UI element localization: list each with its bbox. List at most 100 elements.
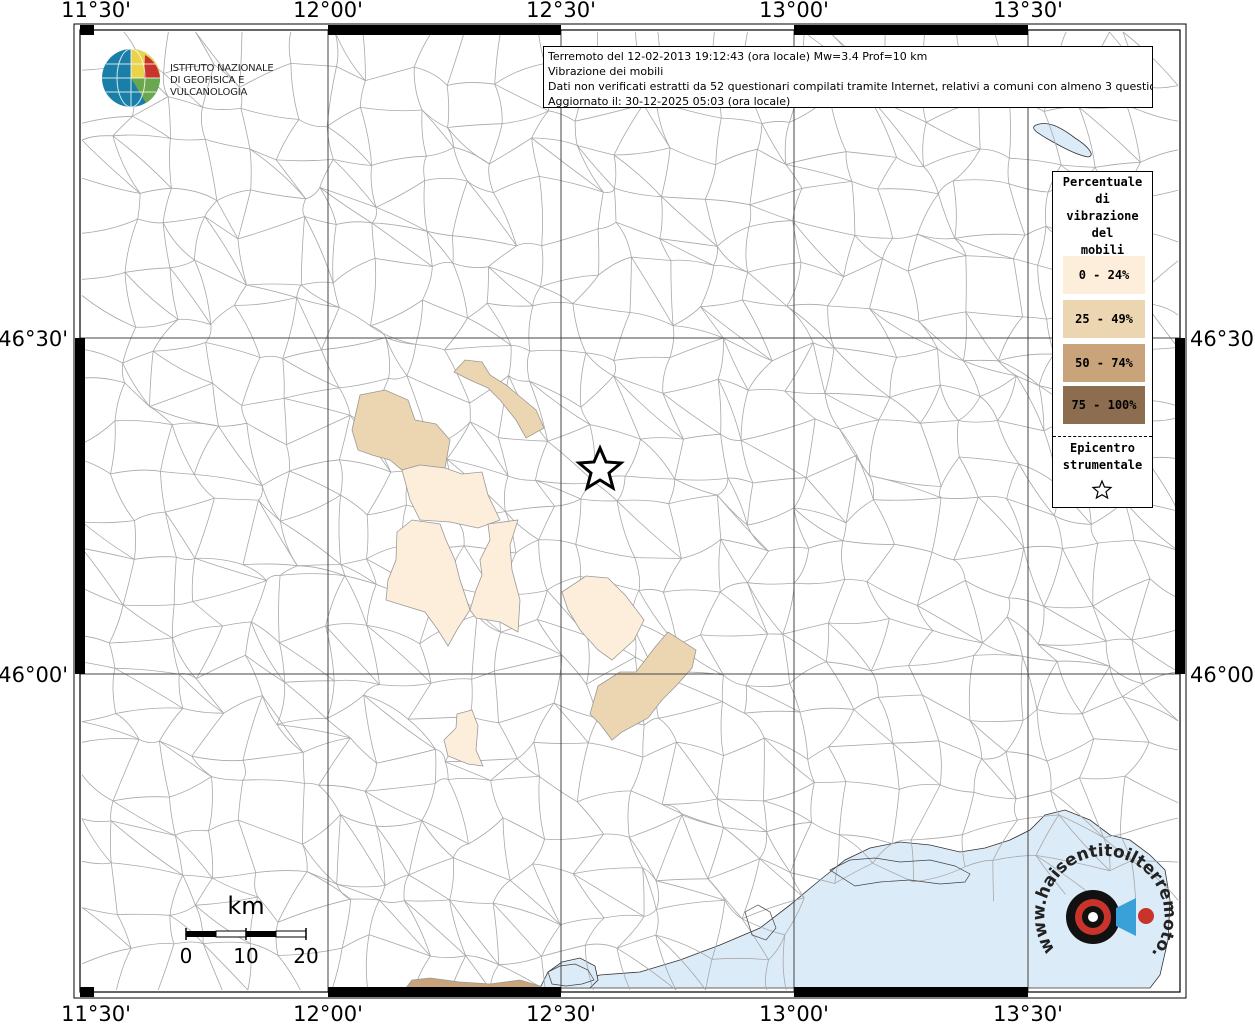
boundary-line xyxy=(423,155,427,181)
lake-top-right xyxy=(1033,123,1092,158)
boundary-line xyxy=(845,499,874,524)
boundary-line xyxy=(744,685,748,714)
boundary-line xyxy=(742,299,787,307)
boundary-line xyxy=(812,342,826,394)
boundary-line xyxy=(296,297,340,308)
boundary-line xyxy=(669,337,724,359)
boundary-line xyxy=(1023,545,1063,549)
boundary-line xyxy=(752,477,807,484)
boundary-line xyxy=(385,337,391,379)
boundary-line xyxy=(747,507,794,526)
boundary-line xyxy=(1009,157,1062,166)
boundary-line xyxy=(1006,616,1023,657)
boundary-line xyxy=(81,860,112,865)
lon-label-top-1: 11°30' xyxy=(61,0,131,22)
boundary-line xyxy=(577,145,615,156)
boundary-line xyxy=(421,820,454,859)
boundary-line xyxy=(336,221,372,225)
boundary-line xyxy=(1122,683,1144,697)
boundary-line xyxy=(616,476,626,502)
boundary-line xyxy=(749,204,793,222)
boundary-line xyxy=(741,858,760,919)
boundary-line xyxy=(535,441,549,481)
boundary-line xyxy=(869,475,942,499)
boundary-line xyxy=(784,122,790,165)
boundary-line xyxy=(234,284,247,306)
boundary-line xyxy=(616,500,682,559)
boundary-line xyxy=(176,556,196,560)
boundary-line xyxy=(191,712,225,757)
boundary-line xyxy=(279,625,326,644)
boundary-line xyxy=(81,520,135,524)
boundary-line xyxy=(321,307,340,350)
boundary-line xyxy=(282,349,322,359)
boundary-line xyxy=(81,547,135,560)
boundary-line xyxy=(980,148,1010,159)
boundary-line xyxy=(280,471,290,522)
boundary-line xyxy=(640,437,684,440)
boundary-line xyxy=(962,819,1018,836)
boundary-line xyxy=(430,955,466,958)
boundary-line xyxy=(544,833,604,840)
boundary-line xyxy=(124,382,150,407)
boundary-line xyxy=(642,867,645,917)
boundary-line xyxy=(149,382,213,407)
boundary-line xyxy=(494,83,549,112)
boundary-line xyxy=(326,107,361,127)
boundary-line xyxy=(759,831,768,859)
boundary-line xyxy=(827,276,845,307)
boundary-line xyxy=(659,196,663,239)
boundary-line xyxy=(964,580,983,643)
boundary-line xyxy=(169,267,212,325)
boundary-line xyxy=(250,580,267,623)
municipality-0-24-a xyxy=(401,464,501,529)
boundary-line xyxy=(262,695,304,753)
boundary-line xyxy=(553,702,589,744)
boundary-line xyxy=(497,437,509,477)
boundary-line xyxy=(786,303,828,307)
boundary-line xyxy=(717,478,729,496)
boundary-line xyxy=(560,917,605,926)
boundary-line xyxy=(748,220,793,228)
boundary-line xyxy=(997,420,1020,465)
boundary-line xyxy=(1133,540,1151,579)
boundary-line xyxy=(210,304,235,325)
boundary-line xyxy=(242,563,298,567)
boundary-line xyxy=(444,761,449,780)
epicenter-star[interactable] xyxy=(575,444,625,492)
boundary-line xyxy=(122,604,173,639)
boundary-line xyxy=(801,181,852,189)
boundary-line xyxy=(124,272,179,320)
boundary-line xyxy=(1081,713,1095,739)
boundary-line xyxy=(365,783,436,792)
boundary-line xyxy=(1046,760,1052,791)
boundary-line xyxy=(811,821,840,836)
boundary-line xyxy=(580,375,614,408)
boundary-line xyxy=(81,948,132,965)
boundary-line xyxy=(763,782,815,802)
boundary-line xyxy=(81,774,114,802)
boundary-line xyxy=(366,625,420,645)
legend-class-0-24: 0 - 24% xyxy=(1063,256,1145,294)
boundary-line xyxy=(745,633,768,686)
municipality-25-49-d xyxy=(405,977,541,989)
boundary-line xyxy=(516,758,540,777)
boundary-line xyxy=(498,437,548,442)
boundary-line xyxy=(1013,798,1018,821)
boundary-line xyxy=(195,678,225,714)
boundary-line xyxy=(170,138,206,141)
star-icon xyxy=(1091,479,1113,500)
boundary-line xyxy=(366,471,392,516)
boundary-line xyxy=(806,454,858,479)
boundary-line xyxy=(174,601,193,606)
boundary-line xyxy=(746,482,754,526)
boundary-line xyxy=(963,359,999,362)
boundary-line xyxy=(81,218,138,234)
boundary-line xyxy=(289,459,340,472)
boundary-line xyxy=(740,439,807,479)
boundary-line xyxy=(793,507,810,549)
boundary-line xyxy=(613,312,631,361)
boundary-line xyxy=(110,420,116,474)
boundary-line xyxy=(408,857,454,876)
boundary-line xyxy=(1079,775,1126,780)
